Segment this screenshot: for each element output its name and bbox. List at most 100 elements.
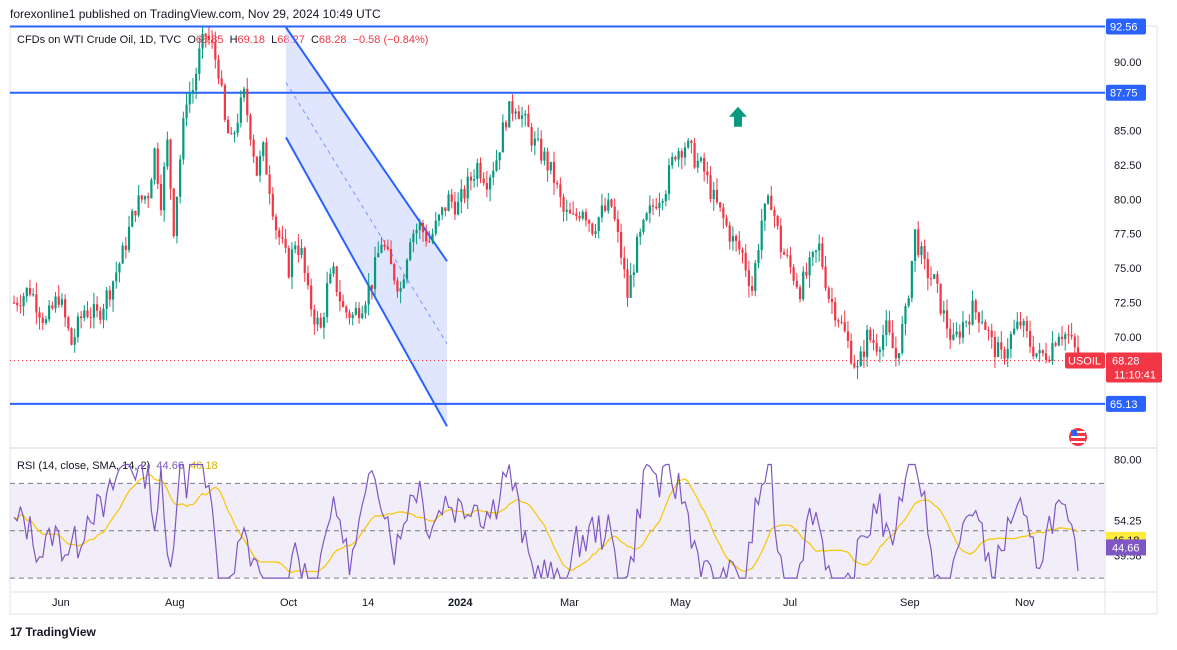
candle-body	[444, 207, 447, 211]
candle-body	[476, 162, 479, 180]
candle-body	[198, 48, 201, 74]
candle-body	[131, 210, 134, 227]
candle-body	[1064, 334, 1067, 340]
candle-body	[1022, 320, 1025, 326]
candle-body	[945, 310, 949, 329]
candle-body	[249, 115, 252, 140]
candle-body	[201, 33, 204, 49]
candle-body	[680, 151, 683, 158]
flag-stripe	[1071, 436, 1085, 438]
candle-body	[696, 160, 699, 168]
candle-body	[19, 305, 22, 307]
candle-body	[76, 316, 80, 338]
candle-body	[303, 247, 306, 274]
candle-body	[977, 312, 981, 323]
candle-body	[22, 296, 25, 307]
candle-body	[661, 201, 664, 203]
candle-body	[377, 252, 380, 258]
candle-body	[239, 97, 242, 123]
candle-body	[540, 138, 543, 161]
candle-body	[399, 287, 402, 292]
candle-body	[326, 283, 329, 318]
candle-body	[907, 298, 910, 307]
candle-body	[425, 232, 428, 242]
candle-body	[869, 329, 872, 341]
candle-body	[16, 302, 19, 306]
candle-body	[642, 219, 645, 232]
candle-body	[830, 298, 834, 303]
time-tick-label: Mar	[560, 597, 579, 609]
candle-body	[511, 101, 514, 114]
candle-body	[837, 320, 840, 322]
candle-body	[393, 264, 396, 281]
candle-body	[1012, 328, 1016, 334]
candle-body	[872, 340, 875, 344]
time-tick-label: Sep	[900, 597, 920, 609]
time-tick-label: 2024	[448, 597, 473, 609]
price-chart[interactable]: 70.00 72.50 75.00 77.50 80.00 82.50 85.00 90.00…	[0, 0, 1177, 650]
candle-body	[1035, 353, 1038, 357]
candle-body	[549, 161, 552, 171]
candle-body	[409, 242, 412, 260]
candle-body	[38, 312, 41, 318]
symbol-badge-label: USOIL	[1068, 356, 1101, 368]
level-axis-label: 92.56	[1110, 22, 1138, 34]
candle-body	[929, 278, 933, 280]
candle-body	[655, 206, 658, 209]
candle-body	[747, 270, 750, 287]
candle-body	[974, 300, 977, 313]
candle-body	[738, 240, 741, 250]
candle-body	[466, 176, 469, 199]
candle-body	[434, 220, 437, 234]
candle-body	[648, 205, 651, 214]
candle-body	[268, 174, 271, 194]
candle-body	[297, 245, 300, 255]
candle-body	[159, 183, 163, 211]
candle-body	[230, 133, 233, 135]
level-axis-label: 87.75	[1110, 88, 1138, 100]
candle-body	[143, 196, 147, 200]
candle-body	[687, 140, 690, 148]
candle-body	[1051, 343, 1054, 362]
time-tick-label: May	[670, 597, 691, 609]
candle-body	[1016, 321, 1019, 329]
candle-body	[626, 269, 629, 298]
candle-body	[335, 266, 338, 293]
candle-body	[821, 243, 824, 267]
candle-body	[693, 143, 696, 168]
candle-body	[600, 205, 604, 218]
candle-body	[706, 171, 709, 176]
candle-body	[105, 290, 108, 309]
candle-body	[64, 299, 67, 318]
candle-body	[121, 245, 124, 264]
candle-body	[389, 249, 393, 265]
flag-stripe	[1071, 441, 1085, 443]
candle-body	[709, 175, 712, 199]
candle-body	[252, 139, 255, 157]
candle-body	[776, 216, 779, 226]
candle-body	[319, 317, 322, 328]
candle-body	[383, 244, 386, 247]
candle-body	[517, 111, 520, 119]
candle-body	[450, 194, 453, 202]
candle-body	[862, 351, 866, 358]
candle-body	[795, 280, 798, 288]
candle-body	[891, 332, 894, 349]
candle-body	[552, 161, 556, 183]
candle-body	[195, 73, 198, 91]
candle-body	[498, 152, 501, 161]
candle-body	[41, 317, 44, 324]
candle-body	[485, 183, 488, 190]
rsi-tick-label: 54.25	[1114, 516, 1142, 528]
candle-body	[594, 231, 597, 234]
candle-body	[866, 329, 869, 358]
flag-canton	[1071, 430, 1077, 436]
candle-body	[968, 321, 971, 325]
candle-body	[447, 194, 450, 211]
candle-body	[798, 287, 802, 300]
price-tick-label: 70.00	[1114, 332, 1142, 344]
price-tick-label: 75.00	[1114, 263, 1142, 275]
candle-body	[281, 237, 284, 239]
candle-body	[473, 179, 476, 181]
candle-body	[881, 335, 885, 350]
